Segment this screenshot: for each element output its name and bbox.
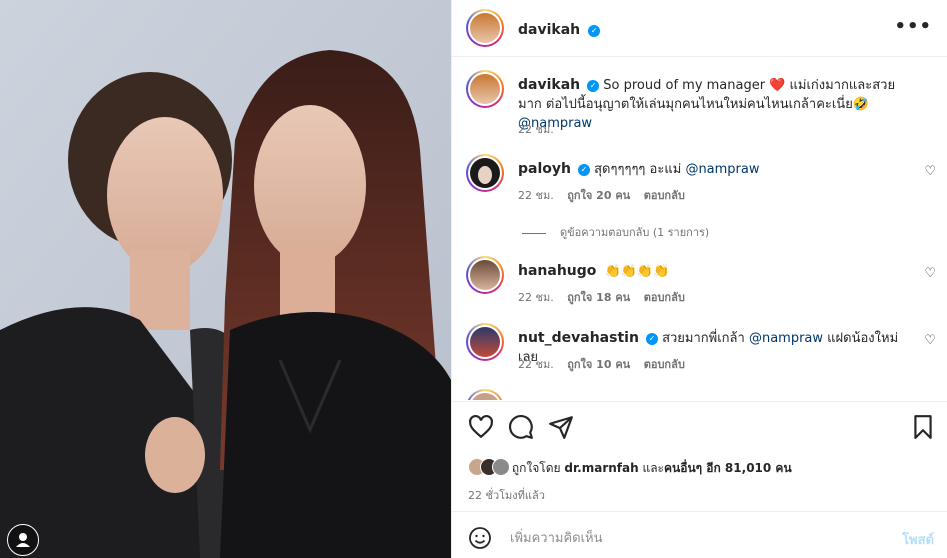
caption-time[interactable]: 22 ชม. xyxy=(518,123,554,136)
comment-body: สวยมากพี่เกล้า xyxy=(662,331,745,346)
comment-avatar[interactable] xyxy=(466,323,504,361)
comment-heart-icon[interactable]: ♡ xyxy=(924,333,936,348)
post-comment-button[interactable]: โพสต์ xyxy=(902,529,934,550)
reply-button[interactable]: ตอบกลับ xyxy=(644,189,685,202)
comment-username[interactable]: nut_devahastin xyxy=(518,330,639,346)
comment-body: 👏👏👏👏 xyxy=(604,264,670,279)
author-avatar[interactable] xyxy=(466,9,504,47)
comment-text: paloyh ✓ สุดๆๆๆๆๆ อะแม่ @nampraw xyxy=(518,160,918,179)
send-icon[interactable] xyxy=(548,414,574,440)
caption: davikah ✓ So proud of my manager ❤️ แม่เก… xyxy=(466,70,936,150)
comment-username[interactable]: paloyh xyxy=(518,161,571,177)
comment-heart-icon[interactable]: ♡ xyxy=(924,266,936,281)
comment-likes[interactable]: ถูกใจ 18 คน xyxy=(567,291,630,304)
verified-badge-icon: ✓ xyxy=(587,80,600,92)
likes-prefix: ถูกใจโดย xyxy=(511,461,561,475)
comment-mention[interactable]: @nampraw xyxy=(749,331,823,346)
comment-icon[interactable] xyxy=(508,414,534,440)
replies-divider xyxy=(522,232,546,234)
view-replies-label: ดูข้อความตอบกลับ (1 รายการ) xyxy=(560,226,710,239)
comment-time[interactable]: 22 ชม. xyxy=(518,189,554,202)
heart-icon[interactable] xyxy=(468,414,494,440)
reply-button[interactable]: ตอบกลับ xyxy=(644,291,685,304)
view-replies-button[interactable]: ดูข้อความตอบกลับ (1 รายการ) xyxy=(522,223,709,241)
comment-avatar[interactable] xyxy=(466,256,504,294)
comment-text: hanahugo 👏👏👏👏 xyxy=(518,262,918,281)
add-comment-bar: โพสต์ xyxy=(452,511,947,558)
comment-item: paloyh ✓ สุดๆๆๆๆๆ อะแม่ @nampraw 22 ชม. ถ… xyxy=(466,154,936,214)
comment-meta: 22 ชม. ถูกใจ 18 คน ตอบกลับ xyxy=(518,288,695,306)
comment-meta: 22 ชม. ถูกใจ 20 คน ตอบกลับ xyxy=(518,186,695,204)
likes-summary: ถูกใจโดย dr.marnfah และคนอื่นๆ อีก 81,01… xyxy=(468,458,792,479)
post-panel: davikah ✓ ••• davikah ✓ So proud of my ma… xyxy=(451,0,947,558)
liker-username[interactable]: dr.marnfah xyxy=(564,461,638,475)
comment-time[interactable]: 22 ชม. xyxy=(518,358,554,371)
caption-avatar[interactable] xyxy=(466,70,504,108)
more-options-icon[interactable]: ••• xyxy=(894,16,932,37)
caption-text: davikah ✓ So proud of my manager ❤️ แม่เก… xyxy=(518,76,918,133)
comment-username[interactable]: hanahugo xyxy=(518,263,596,279)
comment-body: สุดๆๆๆๆๆ อะแม่ xyxy=(594,162,682,177)
comment-mention[interactable]: @nampraw xyxy=(685,162,759,177)
bookmark-icon[interactable] xyxy=(910,414,936,440)
verified-badge-icon: ✓ xyxy=(577,164,590,176)
caption-meta: 22 ชม. xyxy=(518,120,564,138)
comment-item: hanahugo 👏👏👏👏 22 ชม. ถูกใจ 18 คน ตอบกลับ… xyxy=(466,256,936,316)
tagged-user-icon[interactable] xyxy=(7,524,39,556)
comment-avatar[interactable] xyxy=(466,389,504,400)
reply-button[interactable]: ตอบกลับ xyxy=(644,358,685,371)
likes-middle: และ xyxy=(642,461,665,475)
verified-badge-icon: ✓ xyxy=(645,333,658,345)
comment-heart-icon[interactable]: ♡ xyxy=(924,164,936,179)
liker-avatars[interactable] xyxy=(468,458,510,479)
comment-meta: 22 ชม. ถูกใจ 10 คน ตอบกลับ xyxy=(518,355,695,373)
likes-others[interactable]: คนอื่นๆ อีก 81,010 คน xyxy=(664,461,792,475)
post-time[interactable]: 22 ชั่วโมงที่แล้ว xyxy=(468,486,545,504)
post-photo[interactable] xyxy=(0,0,451,558)
post-actions: ถูกใจโดย dr.marnfah และคนอื่นๆ อีก 81,01… xyxy=(452,401,947,511)
comment-likes[interactable]: ถูกใจ 10 คน xyxy=(567,358,630,371)
emoji-icon[interactable] xyxy=(468,526,492,550)
author-username[interactable]: davikah xyxy=(518,22,580,38)
comment-item: nut_devahastin ✓ สวยมากพี่เกล้า @nampraw … xyxy=(466,323,936,383)
caption-username[interactable]: davikah xyxy=(518,77,580,93)
comments-list: davikah ✓ So proud of my manager ❤️ แม่เก… xyxy=(452,58,947,400)
comment-avatar[interactable] xyxy=(466,154,504,192)
comment-likes[interactable]: ถูกใจ 20 คน xyxy=(567,189,630,202)
comment-input[interactable] xyxy=(508,525,872,551)
post-header: davikah ✓ ••• xyxy=(452,0,947,57)
verified-badge-icon: ✓ xyxy=(588,25,601,37)
comment-time[interactable]: 22 ชม. xyxy=(518,291,554,304)
